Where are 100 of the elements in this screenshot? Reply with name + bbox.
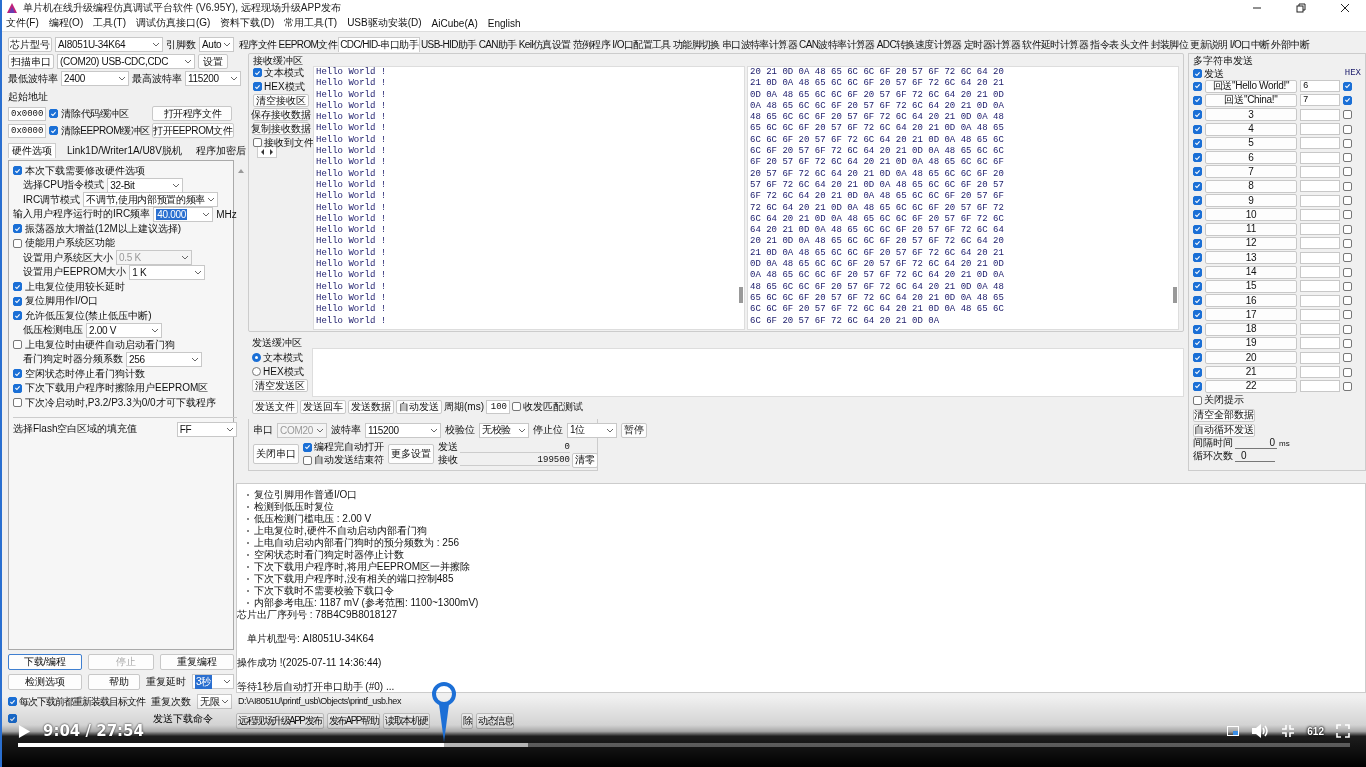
sent-label: 发送 bbox=[438, 440, 458, 455]
log-line: 下次下载用户程序时,将用户EEPROM区一并擦除 bbox=[254, 561, 471, 573]
received-text-line: Hello World ! bbox=[316, 304, 388, 316]
received-text-line: Hello World ! bbox=[316, 179, 388, 191]
received-count: 199500 bbox=[460, 454, 570, 466]
received-text-line: Hello World ! bbox=[316, 236, 388, 248]
checkbox-label: 接收到文件 bbox=[264, 135, 314, 150]
sent-count: 0 bbox=[460, 441, 570, 453]
option-label: 下次下载用户程序时擦除用户EEPROM区 bbox=[25, 381, 209, 396]
log-line: 检测到低压时复位 bbox=[254, 501, 334, 513]
received-text-line: Hello World ! bbox=[316, 157, 388, 169]
checkbox-label: 自动发送结束符 bbox=[314, 453, 384, 468]
checkbox-label: 关闭提示 bbox=[1204, 393, 1244, 408]
received-hex-line: 0A 48 65 6C 6C 6F 20 57 6F 72 6C 64 20 21 0D 0A bbox=[750, 100, 1005, 113]
log-line: 内部参考电压: 1187 mV (参考范围: 1100~1300mV) bbox=[254, 597, 479, 609]
received-hex-line: 65 6C 6C 6F 20 57 6F 72 6C 64 20 21 0D 0A 48 65 bbox=[750, 292, 1005, 305]
received-hex-line: 48 65 6C 6C 6F 20 57 6F 72 6C 64 20 21 0D 0A 48 bbox=[750, 112, 1005, 124]
received-text-line: Hello World ! bbox=[316, 270, 388, 282]
received-hex-line: 64 20 21 0D 0A 48 65 6C 6C 6F 20 57 6F 72 6C 64 bbox=[750, 225, 1005, 237]
log-line: 上电复位时,硬件不自动启动内部看门狗 bbox=[254, 525, 427, 537]
received-hex-line: 57 6F 72 6C 64 20 21 0D 0A 48 65 6C 6C 6F 20 57 bbox=[750, 179, 1005, 192]
received-hex-line: 20 21 0D 0A 48 65 6C 6C 6F 20 57 6F 72 6C 64 20 bbox=[750, 236, 1005, 248]
baud-label: 波特率 bbox=[331, 423, 361, 438]
received-hex-line: 0A 48 65 6C 6C 6F 20 57 6F 72 6C 64 20 21 0D 0A bbox=[750, 270, 1005, 282]
hex-column-label: HEX bbox=[1344, 67, 1361, 80]
received-hex-line: 6C 6F 20 57 6F 72 6C 64 20 21 0D 0A bbox=[750, 315, 941, 327]
unit-label: MHz bbox=[216, 208, 237, 220]
option-label: 允许低压复位(禁止低压中断) bbox=[25, 308, 152, 323]
radio-label: HEX模式 bbox=[263, 364, 304, 379]
received-text-line: Hello World ! bbox=[316, 134, 388, 146]
received-hex-line: 72 6C 64 20 21 0D 0A 48 65 6C 6C 6F 20 57 6F 72 bbox=[750, 202, 1005, 214]
checkbox-label: 清除代码缓冲区 bbox=[61, 106, 130, 121]
log-line: 复位引脚用作普通I/O口 bbox=[254, 489, 358, 501]
option-label: 使能用户系统区功能 bbox=[25, 236, 115, 251]
checkbox-label: 发送下载命令 bbox=[153, 711, 213, 726]
checkbox-label: 发送 bbox=[1204, 66, 1225, 81]
log-line: 低压检测门槛电压 : 2.00 V bbox=[254, 513, 372, 525]
option-label: 输入用户程序运行时的IRC频率 bbox=[13, 207, 151, 222]
option-label: 下次冷启动时,P3.2/P3.3为0/0才可下载程序 bbox=[25, 395, 216, 410]
option-label: 上电复位使用较长延时 bbox=[25, 279, 125, 294]
stop-bits-label: 停止位 bbox=[533, 423, 563, 438]
received-text-line: Hello World ! bbox=[316, 100, 388, 112]
received-hex-line: 6C 6F 20 57 6F 72 6C 64 20 21 0D 0A 48 65 6C 6C bbox=[750, 146, 1005, 158]
log-line: 下次下载时不需要校验下载口令 bbox=[254, 585, 394, 597]
log-line: 上电自动启动内部看门狗时的预分频数为 : 256 bbox=[254, 537, 460, 549]
received-hex-line: 0D 0A 48 65 6C 6C 6F 20 57 6F 72 6C 64 20 21 0D bbox=[750, 89, 1005, 101]
option-label: IRC调节模式 bbox=[23, 192, 81, 207]
log-line: 单片机型号: AI8051U-34K64 bbox=[247, 633, 374, 645]
option-label: 振荡器放大增益(12M以上建议选择) bbox=[25, 221, 182, 236]
port-label: 串口 bbox=[253, 423, 273, 438]
received-label: 接收 bbox=[438, 453, 458, 468]
option-label: 设置用户EEPROM大小 bbox=[23, 265, 127, 280]
received-hex-line: 6F 20 57 6F 72 6C 64 20 21 0D 0A 48 65 6C 6C 6F bbox=[750, 157, 1005, 169]
checkbox-label: HEX模式 bbox=[264, 79, 305, 94]
received-text-line: Hello World ! bbox=[316, 168, 388, 180]
group-title: 多字符串发送 bbox=[1193, 54, 1254, 68]
received-hex-line: 20 21 0D 0A 48 65 6C 6C 6F 20 57 6F 72 6C 64 20 bbox=[750, 67, 1005, 79]
received-hex-line: 20 57 6F 72 6C 64 20 21 0D 0A 48 65 6C 6C 6F 20 bbox=[750, 168, 1005, 180]
received-text-line: Hello World ! bbox=[316, 89, 388, 101]
pin-count-label: 引脚数 bbox=[166, 37, 196, 52]
checkbox-label: 每次下载前都重新装载目标文件 bbox=[19, 694, 145, 709]
option-label: 设置用户系统区大小 bbox=[23, 250, 113, 265]
option-label: 选择CPU指令模式 bbox=[23, 178, 105, 193]
received-text-line: Hello World ! bbox=[316, 225, 388, 236]
received-text-line: Hello World ! bbox=[316, 67, 388, 78]
option-label: 本次下载需要修改硬件选项 bbox=[25, 163, 145, 178]
group-title: 接收缓冲区 bbox=[253, 55, 304, 66]
option-label: 低压检测电压 bbox=[23, 323, 83, 338]
received-text-line: Hello World ! bbox=[316, 315, 388, 327]
received-text-line: Hello World ! bbox=[316, 292, 388, 304]
received-hex-line: 21 0D 0A 48 65 6C 6C 6F 20 57 6F 72 6C 64 20 21 bbox=[750, 247, 1005, 260]
received-hex-line: 6C 6C 6F 20 57 6F 72 6C 64 20 21 0D 0A 48 65 6C bbox=[750, 304, 1005, 316]
repeat-delay-label: 重复延时 bbox=[146, 674, 186, 689]
checkbox-label: 清除EEPROM缓冲区 bbox=[61, 123, 149, 138]
received-hex-line: 6C 6C 6F 20 57 6F 72 6C 64 20 21 0D 0A 48 65 6C bbox=[750, 134, 1005, 147]
received-text-line: Hello World ! bbox=[316, 213, 388, 225]
max-baud-label: 最高波特率 bbox=[132, 71, 182, 86]
option-label: 空闲状态时停止看门狗计数 bbox=[25, 366, 145, 381]
log-line: 空闲状态时看门狗定时器停止计数 bbox=[254, 549, 404, 561]
option-label: 上电复位时由硬件自动启动看门狗 bbox=[25, 337, 175, 352]
loop-count-label: 循环次数 bbox=[1193, 449, 1233, 464]
period-label: 周期(ms) bbox=[444, 399, 484, 414]
start-address-label: 起始地址 bbox=[8, 90, 49, 104]
log-line: 下次下载用户程序时,没有相关的端口控制485 bbox=[254, 573, 454, 585]
repeat-count-label: 重复次数 bbox=[151, 694, 191, 709]
min-baud-label: 最低波特率 bbox=[8, 71, 58, 86]
option-label: 看门狗定时器分频系数 bbox=[23, 352, 123, 367]
received-text-line: Hello World ! bbox=[316, 123, 388, 135]
log-line: 芯片出厂序列号 : 78B4C9B8018127 bbox=[237, 609, 398, 621]
received-text-line: Hello World ! bbox=[316, 78, 388, 90]
file-path: D:\AI8051U\printf_usb\Objects\printf_usb.hex bbox=[238, 696, 401, 708]
received-hex-line: 65 6C 6C 6F 20 57 6F 72 6C 64 20 21 0D 0A 48 65 bbox=[750, 123, 1005, 135]
log-line: 等待1秒后自动打开串口助手 (#0) ... bbox=[237, 681, 395, 693]
interval-label: 间隔时间 bbox=[1193, 436, 1233, 451]
received-text-line: Hello World ! bbox=[316, 247, 388, 259]
option-label: 选择Flash空白区域的填充值 bbox=[13, 422, 138, 437]
received-hex-line: 6F 72 6C 64 20 21 0D 0A 48 65 6C 6C 6F 20 57 6F bbox=[750, 191, 1005, 203]
group-title: 发送缓冲区 bbox=[252, 336, 303, 351]
window-title: 单片机在线升级编程仿真调试平台软件 (V6.95Y), 远程现场升级APP发布 bbox=[23, 0, 341, 15]
received-text-line: Hello World ! bbox=[316, 259, 388, 270]
